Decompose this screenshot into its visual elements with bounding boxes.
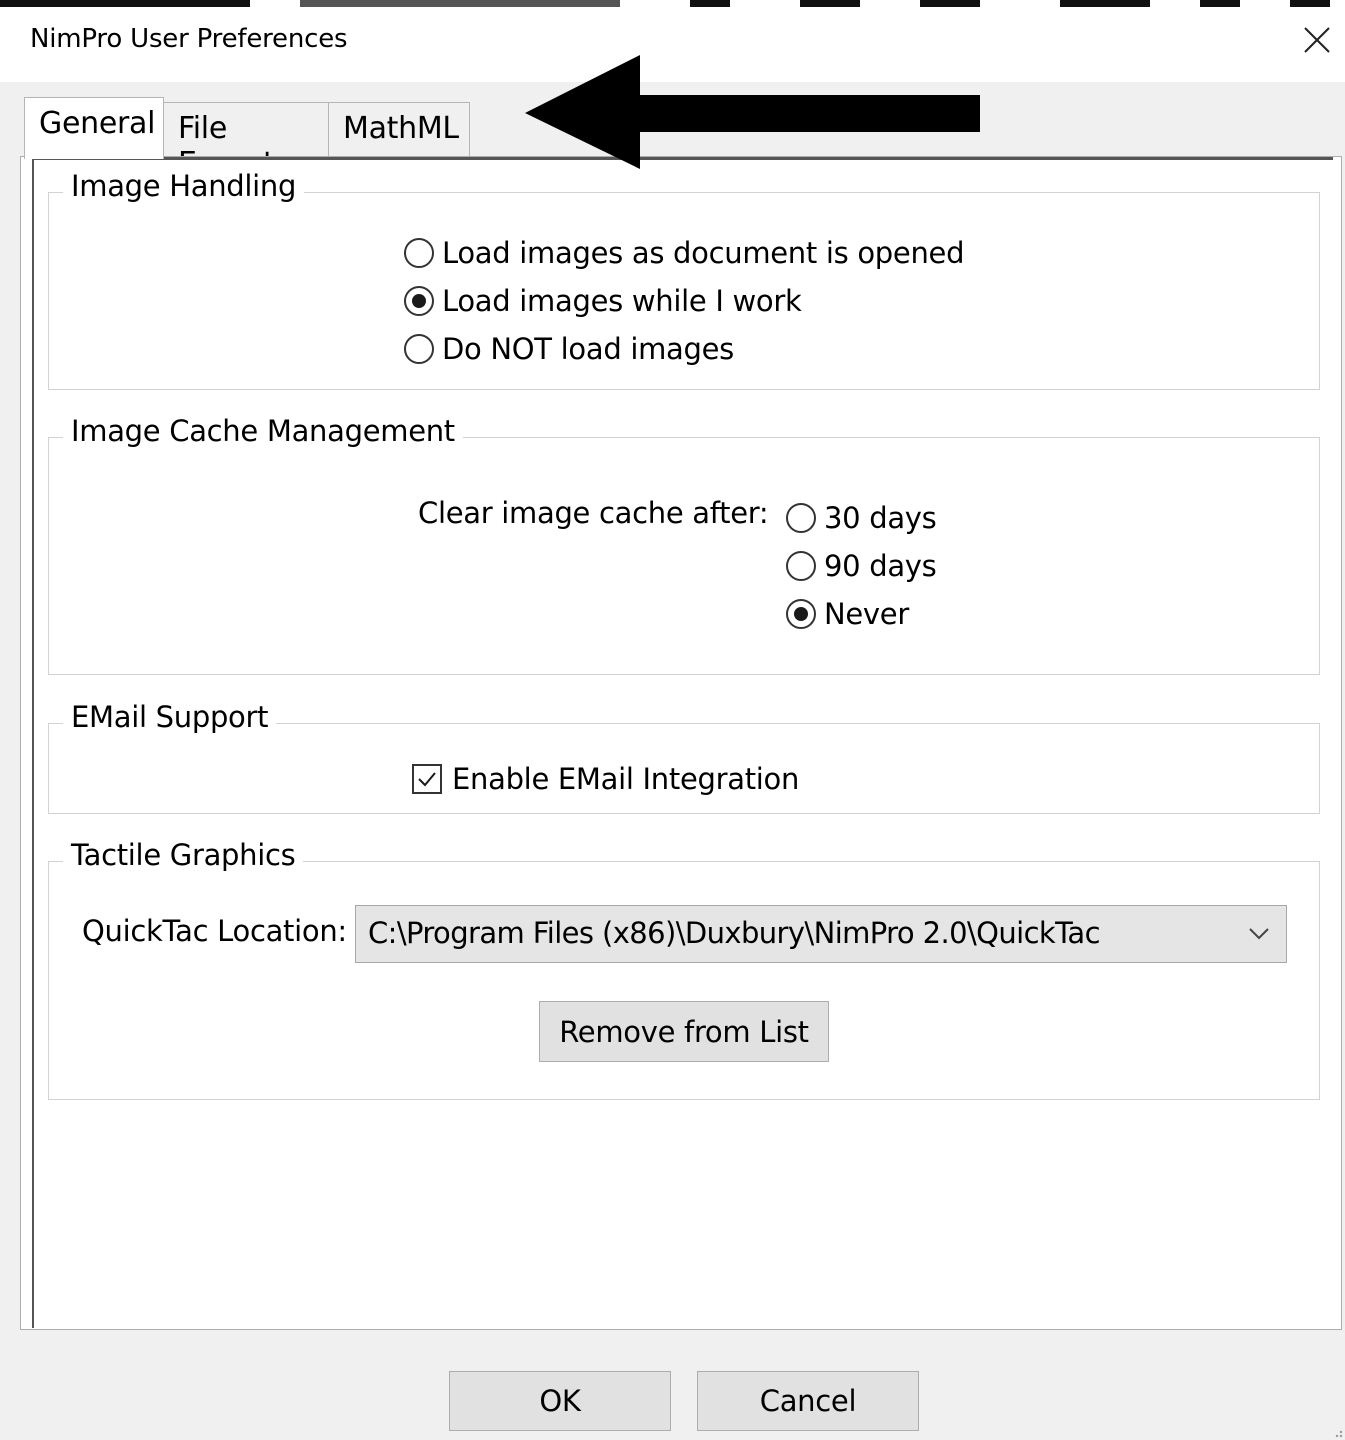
option-label: 90 days (824, 549, 937, 583)
option-label: Load images as document is opened (442, 236, 965, 270)
radio-button[interactable] (786, 503, 816, 533)
cancel-button[interactable]: Cancel (697, 1371, 919, 1431)
button-label: Remove from List (559, 1014, 809, 1049)
group-title: Tactile Graphics (63, 838, 304, 872)
tab-general[interactable]: General (24, 97, 164, 159)
radio-never[interactable]: Never (786, 597, 909, 631)
background-window-strip (0, 0, 1345, 10)
dialog-title: NimPro User Preferences (30, 24, 348, 54)
checkbox-label: Enable EMail Integration (452, 762, 800, 796)
option-label: Never (824, 597, 909, 631)
checkbox[interactable] (412, 764, 442, 794)
option-label: Do NOT load images (442, 332, 734, 366)
button-label: Cancel (759, 1384, 857, 1418)
panel-edge (32, 160, 34, 1328)
group-title: EMail Support (63, 700, 277, 734)
checkmark-icon (418, 772, 436, 787)
radio-button[interactable] (404, 334, 434, 364)
button-label: OK (539, 1384, 581, 1418)
email-integration-checkbox[interactable]: Enable EMail Integration (412, 762, 799, 796)
option-label: Load images while I work (442, 284, 802, 318)
radio-30-days[interactable]: 30 days (786, 501, 937, 535)
close-icon[interactable] (1299, 22, 1335, 58)
ok-button[interactable]: OK (449, 1371, 671, 1431)
radio-90-days[interactable]: 90 days (786, 549, 937, 583)
tab-mathml[interactable]: MathML (328, 102, 470, 157)
dropdown-value: C:\Program Files (x86)\Duxbury\NimPro 2.… (368, 916, 1101, 950)
resize-grip-icon[interactable] (1331, 1426, 1343, 1438)
radio-load-while-work[interactable]: Load images while I work (404, 284, 802, 318)
option-label: 30 days (824, 501, 937, 535)
radio-button[interactable] (786, 551, 816, 581)
remove-from-list-button[interactable]: Remove from List (539, 1001, 829, 1062)
radio-button[interactable] (404, 238, 434, 268)
image-cache-group: Image Cache Management (48, 414, 1320, 675)
tab-label: MathML (343, 111, 459, 146)
chevron-down-icon[interactable] (1248, 926, 1270, 942)
radio-button[interactable] (786, 599, 816, 629)
quicktac-location-label: QuickTac Location: (82, 914, 347, 948)
tactile-graphics-group: Tactile Graphics (48, 838, 1320, 1100)
group-title: Image Cache Management (63, 414, 463, 448)
radio-button[interactable] (404, 286, 434, 316)
quicktac-location-dropdown[interactable]: C:\Program Files (x86)\Duxbury\NimPro 2.… (355, 905, 1287, 963)
radio-load-on-open[interactable]: Load images as document is opened (404, 236, 964, 270)
tab-label: General (39, 106, 156, 141)
group-title: Image Handling (63, 169, 305, 203)
arrow-left-icon (525, 55, 980, 169)
tab-file-export[interactable]: File Export (163, 102, 329, 181)
cache-prompt-label: Clear image cache after: (418, 496, 769, 530)
radio-do-not-load[interactable]: Do NOT load images (404, 332, 734, 366)
